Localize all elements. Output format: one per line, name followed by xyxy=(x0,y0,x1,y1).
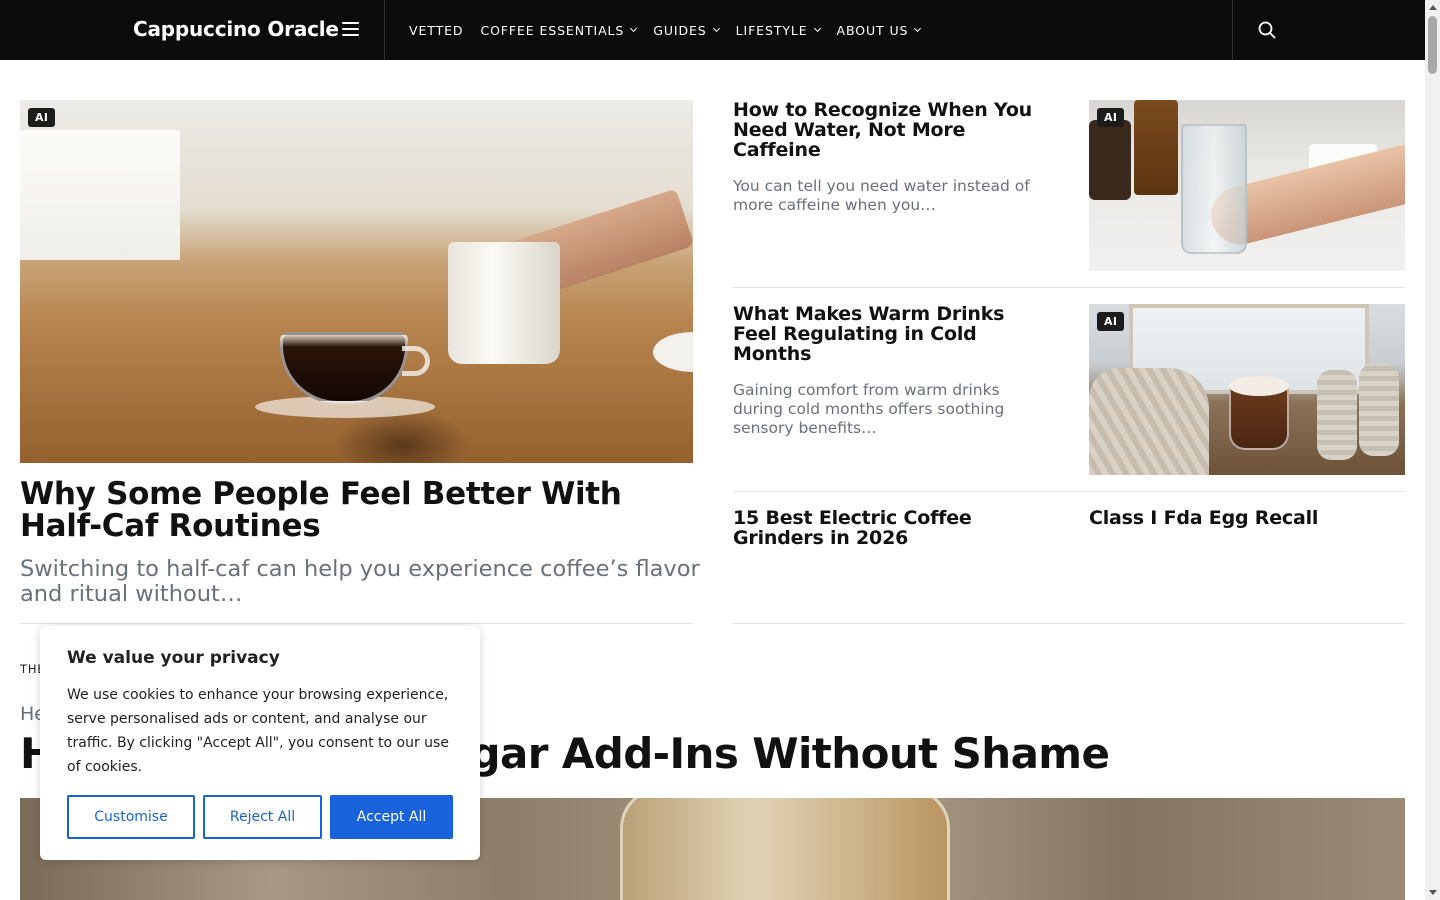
hamburger-icon[interactable] xyxy=(342,22,359,38)
ai-badge: AI xyxy=(1097,312,1125,331)
ai-badge: AI xyxy=(28,108,56,127)
header-divider xyxy=(384,0,385,60)
jar-shape xyxy=(1089,120,1131,200)
knit-blanket-shape xyxy=(1089,368,1209,475)
divider xyxy=(20,623,693,624)
featured-title[interactable]: Why Some People Feel Better With Half-Ca… xyxy=(20,478,700,542)
divider xyxy=(733,287,1405,288)
article-excerpt: You can tell you need water instead of m… xyxy=(733,177,1030,214)
scroll-up-arrow-icon[interactable] xyxy=(1429,5,1437,10)
coffee-cup-shape xyxy=(280,332,408,404)
featured-image[interactable]: AI xyxy=(20,100,693,463)
article-title[interactable]: Class I Fda Egg Recall xyxy=(1089,508,1405,528)
customise-button[interactable]: Customise xyxy=(67,795,195,839)
chevron-down-icon xyxy=(813,24,821,32)
chevron-down-icon xyxy=(712,24,720,32)
chevron-down-icon xyxy=(914,24,922,32)
window-light xyxy=(20,130,180,260)
article-image[interactable]: AI xyxy=(1089,304,1405,475)
nav-item-lifestyle[interactable]: LIFESTYLE xyxy=(736,23,821,38)
scrollbar-thumb[interactable] xyxy=(1428,16,1437,74)
article-image[interactable]: AI xyxy=(1089,100,1405,271)
site-header: Cappuccino Oracle VETTED COFFEE ESSENTIA… xyxy=(0,0,1425,60)
divider xyxy=(733,623,1405,624)
site-logo[interactable]: Cappuccino Oracle xyxy=(133,17,339,41)
article-title[interactable]: What Makes Warm Drinks Feel Regulating i… xyxy=(733,304,1053,364)
cream-shape xyxy=(1229,376,1289,396)
ai-badge: AI xyxy=(1097,108,1125,127)
cookie-title: We value your privacy xyxy=(67,648,280,668)
header-divider xyxy=(1232,0,1233,60)
cookie-text: We use cookies to enhance your browsing … xyxy=(67,687,449,775)
main-nav: VETTED COFFEE ESSENTIALS GUIDES LIFESTYL… xyxy=(409,0,937,60)
featured-excerpt: Switching to half-caf can help you exper… xyxy=(20,556,700,607)
cookie-consent-banner: We value your privacy We use cookies to … xyxy=(40,626,480,860)
reject-all-button[interactable]: Reject All xyxy=(203,795,322,839)
nav-item-coffee-essentials[interactable]: COFFEE ESSENTIALS xyxy=(480,23,638,38)
accept-all-button[interactable]: Accept All xyxy=(330,795,453,839)
page-scrollbar[interactable] xyxy=(1425,0,1440,900)
nav-item-guides[interactable]: GUIDES xyxy=(653,23,720,38)
chevron-down-icon xyxy=(630,24,638,32)
plate-shape xyxy=(653,332,693,372)
jar-shape xyxy=(1134,100,1178,195)
scroll-down-arrow-icon[interactable] xyxy=(1429,890,1437,895)
sock-shape xyxy=(1359,364,1399,456)
article-title[interactable]: 15 Best Electric Coffee Grinders in 2026 xyxy=(733,508,1053,548)
white-mug-shape xyxy=(448,242,560,364)
cup-handle-shape xyxy=(402,346,430,376)
search-icon[interactable] xyxy=(1258,21,1276,39)
divider xyxy=(733,491,1405,492)
water-glass-shape xyxy=(1181,124,1247,254)
article-excerpt: Gaining comfort from warm drinks during … xyxy=(733,381,1005,437)
article-title[interactable]: How to Recognize When You Need Water, No… xyxy=(733,100,1053,160)
nav-item-vetted[interactable]: VETTED xyxy=(409,23,463,38)
nav-item-about-us[interactable]: ABOUT US xyxy=(837,23,922,38)
honey-jar-shape xyxy=(620,798,950,900)
sock-shape xyxy=(1317,370,1357,460)
